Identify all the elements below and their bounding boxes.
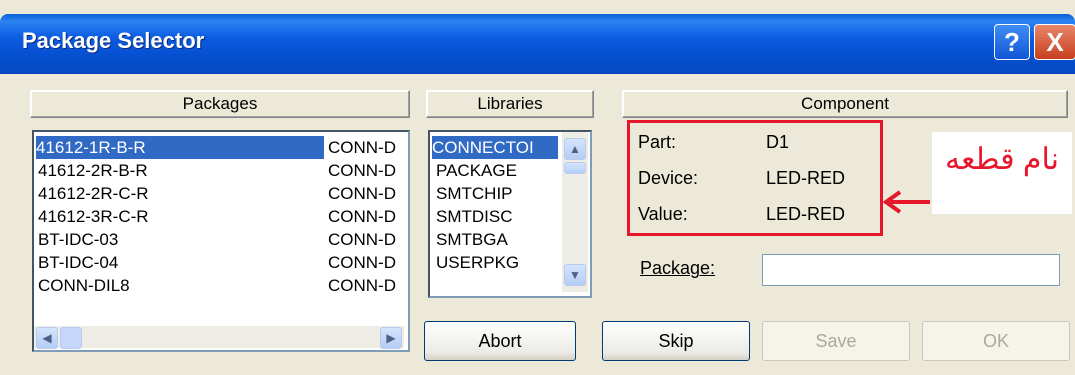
scroll-up-icon[interactable]: ▲ xyxy=(564,138,586,160)
package-row[interactable]: 41612-2R-B-R xyxy=(38,159,148,182)
arrow-left-icon xyxy=(882,190,930,214)
packages-hscrollbar[interactable] xyxy=(34,326,404,348)
component-header: Component xyxy=(622,90,1068,118)
package-field[interactable] xyxy=(762,254,1060,286)
scroll-left-icon[interactable]: ◀ xyxy=(36,327,58,349)
highlight-box xyxy=(627,120,883,236)
package-row[interactable]: BT-IDC-03 xyxy=(38,228,118,251)
ok-button[interactable]: OK xyxy=(922,321,1070,361)
package-row-lib: CONN-D xyxy=(328,184,396,203)
help-button[interactable]: ? xyxy=(994,24,1030,60)
window-title: Package Selector xyxy=(22,28,205,53)
package-row[interactable]: BT-IDC-04 xyxy=(38,251,118,274)
package-row[interactable]: 41612-1R-B-R xyxy=(36,136,324,159)
package-row-lib: CONN-D xyxy=(328,161,396,180)
library-item[interactable]: SMTBGA xyxy=(436,228,508,251)
package-row-lib: CONN-D xyxy=(328,253,396,272)
libraries-list[interactable]: CONNECTOI PACKAGE SMTCHIP SMTDISC SMTBGA… xyxy=(428,130,592,298)
close-button[interactable]: X xyxy=(1034,24,1075,60)
library-item[interactable]: SMTDISC xyxy=(436,205,513,228)
abort-button[interactable]: Abort xyxy=(424,321,576,361)
package-row[interactable]: CONN-DIL8 xyxy=(38,274,130,297)
package-row-lib: CONN-D xyxy=(328,230,396,249)
scroll-thumb[interactable] xyxy=(60,327,82,349)
package-row-lib: CONN-D xyxy=(328,138,396,157)
scroll-down-icon[interactable]: ▼ xyxy=(564,264,586,286)
package-row-lib: CONN-D xyxy=(328,207,396,226)
skip-button[interactable]: Skip xyxy=(602,321,750,361)
library-item[interactable]: CONNECTOI xyxy=(432,136,558,159)
library-item[interactable]: SMTCHIP xyxy=(436,182,513,205)
save-button[interactable]: Save xyxy=(762,321,910,361)
package-row-lib: CONN-D xyxy=(328,276,396,295)
library-item[interactable]: PACKAGE xyxy=(436,159,517,182)
package-row[interactable]: 41612-3R-C-R xyxy=(38,205,149,228)
package-row[interactable]: 41612-2R-C-R xyxy=(38,182,149,205)
packages-list[interactable]: 41612-1R-B-R CONN-D 41612-2R-B-R CONN-D … xyxy=(32,130,410,352)
annotation-text: نام قطعه xyxy=(945,143,1059,176)
libraries-header: Libraries xyxy=(426,90,594,118)
package-label: Package: xyxy=(640,258,716,278)
package-selector-window: Package Selector ? X Packages 41612-1R-B… xyxy=(0,0,1075,375)
annotation: نام قطعه xyxy=(932,132,1072,214)
scroll-right-icon[interactable]: ▶ xyxy=(380,327,402,349)
packages-header: Packages xyxy=(30,90,410,118)
library-item[interactable]: USERPKG xyxy=(436,251,519,274)
scroll-thumb[interactable] xyxy=(564,162,586,174)
